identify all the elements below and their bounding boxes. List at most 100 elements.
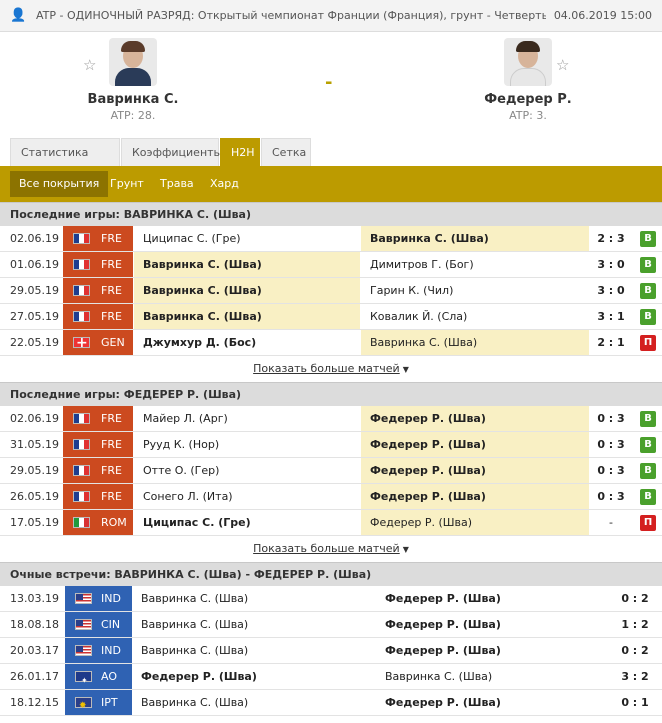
win-badge: В: [640, 437, 656, 453]
tournament-code: FRE: [101, 310, 122, 323]
tournament-cell[interactable]: FRE: [63, 432, 133, 457]
tournament-cell[interactable]: FRE: [63, 252, 133, 277]
tournament-title[interactable]: ATP - ОДИНОЧНЫЙ РАЗРЯД: Открытый чемпион…: [36, 9, 546, 22]
table-row[interactable]: 17.05.19 ROM Циципас С. (Гре) Федерер Р.…: [0, 510, 662, 536]
tournament-code: IND: [101, 592, 121, 605]
match-score: 3 : 0: [597, 284, 625, 297]
table-row[interactable]: 29.05.19 FRE Вавринка С. (Шва) Гарин К. …: [0, 278, 662, 304]
table-row[interactable]: 18.12.15 IPT Вавринка С. (Шва) Федерер Р…: [0, 690, 662, 719]
match-score: 3 : 1: [597, 310, 625, 323]
table-row[interactable]: 18.08.18 CIN Вавринка С. (Шва) Федерер Р…: [0, 612, 662, 638]
match-date: 17.05.19: [10, 516, 59, 529]
player-right-rank: ATP: 3.: [509, 109, 547, 122]
tab-h2h[interactable]: H2H: [220, 138, 260, 166]
tournament-code: FRE: [101, 232, 122, 245]
switzerland-flag-icon: [73, 331, 90, 356]
tournament-code: FRE: [101, 490, 122, 503]
home-player: Джумхур Д. (Бос): [143, 336, 257, 349]
tournament-cell[interactable]: FRE: [63, 458, 133, 483]
tournament-cell[interactable]: FRE: [63, 278, 133, 303]
tournament-cell[interactable]: GEN: [63, 330, 133, 356]
match-date: 18.12.15: [10, 696, 59, 709]
away-player: Федерер Р. (Шва): [385, 644, 501, 657]
away-player: Федерер Р. (Шва): [361, 432, 589, 457]
match-datetime: 04.06.2019 15:00: [553, 9, 652, 22]
player-right-name[interactable]: Федерер Р.: [428, 92, 628, 107]
match-score: 1 : 2: [621, 618, 649, 631]
home-player: Циципас С. (Гре): [143, 516, 251, 529]
player-right[interactable]: ☆ Федерер Р. ATP: 3.: [428, 38, 628, 122]
match-date: 31.05.19: [10, 438, 59, 451]
table-row[interactable]: 29.05.19 FRE Отте О. (Гер) Федерер Р. (Ш…: [0, 458, 662, 484]
score-separator: -: [325, 72, 333, 93]
away-player: Вавринка С. (Шва): [361, 330, 589, 355]
away-player: Федерер Р. (Шва): [385, 696, 501, 709]
player-right-photo[interactable]: [504, 38, 552, 86]
away-player: Вавринка С. (Шва): [361, 226, 589, 251]
player-left-photo[interactable]: [109, 38, 157, 86]
win-badge: В: [640, 463, 656, 479]
tournament-cell[interactable]: AO: [65, 664, 132, 693]
usa-flag-icon: [75, 593, 92, 604]
show-more-matches-wawrinka[interactable]: Показать больше матчей ▼: [0, 356, 662, 382]
show-more-link[interactable]: Показать больше матчей: [253, 362, 400, 375]
italy-flag-icon: [73, 517, 90, 528]
tournament-cell[interactable]: IND: [65, 638, 132, 663]
away-player: Федерер Р. (Шва): [361, 510, 589, 535]
away-player: Ковалик Й. (Сла): [370, 310, 468, 323]
filter-all-surfaces[interactable]: Все покрытия: [10, 171, 109, 197]
tournament-code: FRE: [101, 412, 122, 425]
match-date: 13.03.19: [10, 592, 59, 605]
show-more-link[interactable]: Показать больше матчей: [253, 542, 400, 555]
filter-hard[interactable]: Хард: [201, 171, 248, 197]
tournament-code: FRE: [101, 258, 122, 271]
player-left[interactable]: ☆ Вавринка С. ATP: 28.: [33, 38, 233, 122]
table-row[interactable]: 13.03.19 IND Вавринка С. (Шва) Федерер Р…: [0, 586, 662, 612]
table-row[interactable]: 31.05.19 FRE Рууд К. (Нор) Федерер Р. (Ш…: [0, 432, 662, 458]
tournament-cell[interactable]: FRE: [63, 406, 133, 431]
tournament-code: FRE: [101, 284, 122, 297]
tournament-code: IPT: [101, 696, 118, 709]
tournament-cell[interactable]: FRE: [63, 484, 133, 509]
table-row[interactable]: 02.06.19 FRE Майер Л. (Арг) Федерер Р. (…: [0, 406, 662, 432]
table-row[interactable]: 26.01.17 AO Федерер Р. (Шва) Вавринка С.…: [0, 664, 662, 693]
home-player: Циципас С. (Гре): [143, 232, 241, 245]
away-player: Федерер Р. (Шва): [385, 618, 501, 631]
table-row[interactable]: 26.05.19 FRE Сонего Л. (Ита) Федерер Р. …: [0, 484, 662, 510]
table-row[interactable]: 02.06.19 FRE Циципас С. (Гре) Вавринка С…: [0, 226, 662, 252]
table-row[interactable]: 27.05.19 FRE Вавринка С. (Шва) Ковалик Й…: [0, 304, 662, 330]
away-player: Гарин К. (Чил): [370, 284, 454, 297]
tab-draw[interactable]: Сетка: [261, 138, 311, 166]
tournament-cell[interactable]: ROM: [63, 510, 133, 535]
table-row[interactable]: 01.06.19 FRE Вавринка С. (Шва) Димитров …: [0, 252, 662, 278]
table-row[interactable]: 20.03.17 IND Вавринка С. (Шва) Федерер Р…: [0, 638, 662, 664]
tournament-cell[interactable]: IND: [65, 586, 132, 611]
match-score: 0 : 2: [621, 592, 649, 605]
filter-clay[interactable]: Грунт: [101, 171, 153, 197]
tournament-cell[interactable]: CIN: [65, 612, 132, 637]
france-flag-icon: [73, 285, 90, 296]
tournament-cell[interactable]: FRE: [63, 304, 133, 329]
win-badge: В: [640, 231, 656, 247]
section-title-h2h: Очные встречи: ВАВРИНКА С. (Шва) - ФЕДЕР…: [0, 562, 662, 586]
filter-grass[interactable]: Трава: [151, 171, 203, 197]
table-row[interactable]: 22.05.19 GEN Джумхур Д. (Бос) Вавринка С…: [0, 330, 662, 356]
tab-odds[interactable]: Коэффициенты: [121, 138, 222, 166]
tab-statistics[interactable]: Статистика матча: [10, 138, 120, 187]
tournament-code: IND: [101, 644, 121, 657]
show-more-matches-federer[interactable]: Показать больше матчей ▼: [0, 536, 662, 562]
caret-down-icon: ▼: [402, 365, 409, 374]
australia-flag-icon: [75, 668, 92, 693]
france-flag-icon: [73, 233, 90, 244]
tournament-code: AO: [101, 670, 117, 683]
tournament-cell[interactable]: FRE: [63, 226, 133, 251]
home-player: Вавринка С. (Шва): [141, 644, 249, 657]
player-left-name[interactable]: Вавринка С.: [33, 92, 233, 107]
tournament-cell[interactable]: IPT: [65, 690, 132, 719]
match-score: 0 : 3: [597, 464, 625, 477]
match-date: 27.05.19: [10, 310, 59, 323]
favorite-star-icon[interactable]: ☆: [556, 56, 569, 74]
home-player: Майер Л. (Арг): [143, 412, 228, 425]
favorite-star-icon[interactable]: ☆: [83, 56, 96, 74]
home-player: Вавринка С. (Шва): [141, 696, 249, 709]
